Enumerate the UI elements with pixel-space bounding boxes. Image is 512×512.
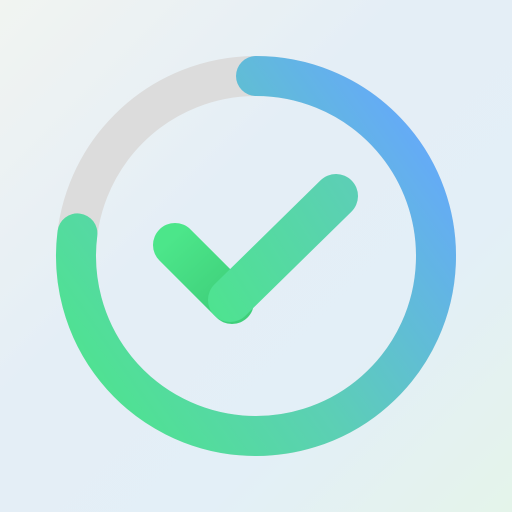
progress-check-icon [0,0,512,512]
checkmark-long-stroke [208,174,358,322]
progress-check-svg [56,56,456,456]
